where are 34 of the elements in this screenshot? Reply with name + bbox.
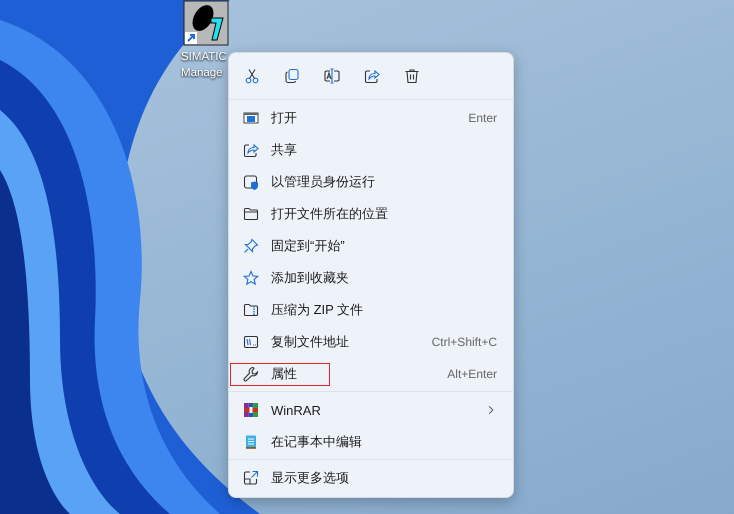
copy-icon [284, 68, 300, 84]
path-icon [243, 334, 259, 350]
shortcut-label: Alt+Enter [447, 367, 497, 381]
trash-icon [404, 68, 420, 84]
application-icon[interactable] [183, 0, 229, 46]
menu-item[interactable]: 打开文件所在的位置 [229, 198, 513, 230]
icon-label: SIMATIC Manage [181, 50, 227, 81]
zip-folder-icon [243, 302, 259, 318]
folder-icon [243, 206, 259, 222]
menu-item[interactable]: 压缩为 ZIP 文件 [229, 294, 513, 326]
shortcut-label: Enter [468, 111, 497, 125]
notepad-icon [243, 434, 259, 450]
wrench-icon [243, 366, 259, 382]
share-icon [243, 142, 259, 158]
pin-icon [243, 238, 259, 254]
menu-item[interactable]: 复制文件地址 Ctrl+Shift+C [229, 326, 513, 358]
window-icon [243, 110, 259, 126]
star-icon [243, 270, 259, 286]
menu-item[interactable]: 显示更多选项 [229, 462, 513, 494]
share-icon [364, 68, 380, 84]
menu-item[interactable]: 以管理员身份运行 [229, 166, 513, 198]
shortcut-label: Ctrl+Shift+C [432, 335, 497, 349]
menu-item[interactable]: 固定到“开始” [229, 230, 513, 262]
menu-item[interactable]: 共享 [229, 134, 513, 166]
menu-item[interactable]: 在记事本中编辑 [229, 426, 513, 458]
rename-icon [324, 68, 340, 84]
expand-icon [243, 470, 259, 486]
menu-item[interactable]: 添加到收藏夹 [229, 262, 513, 294]
shield-icon [243, 174, 259, 190]
menu-item[interactable]: WinRAR [229, 394, 513, 426]
menu-item[interactable]: 打开 Enter [229, 102, 513, 134]
cut-icon [244, 68, 260, 84]
menu-item[interactable]: 属性 Alt+Enter [229, 358, 513, 390]
books-icon [243, 402, 259, 418]
